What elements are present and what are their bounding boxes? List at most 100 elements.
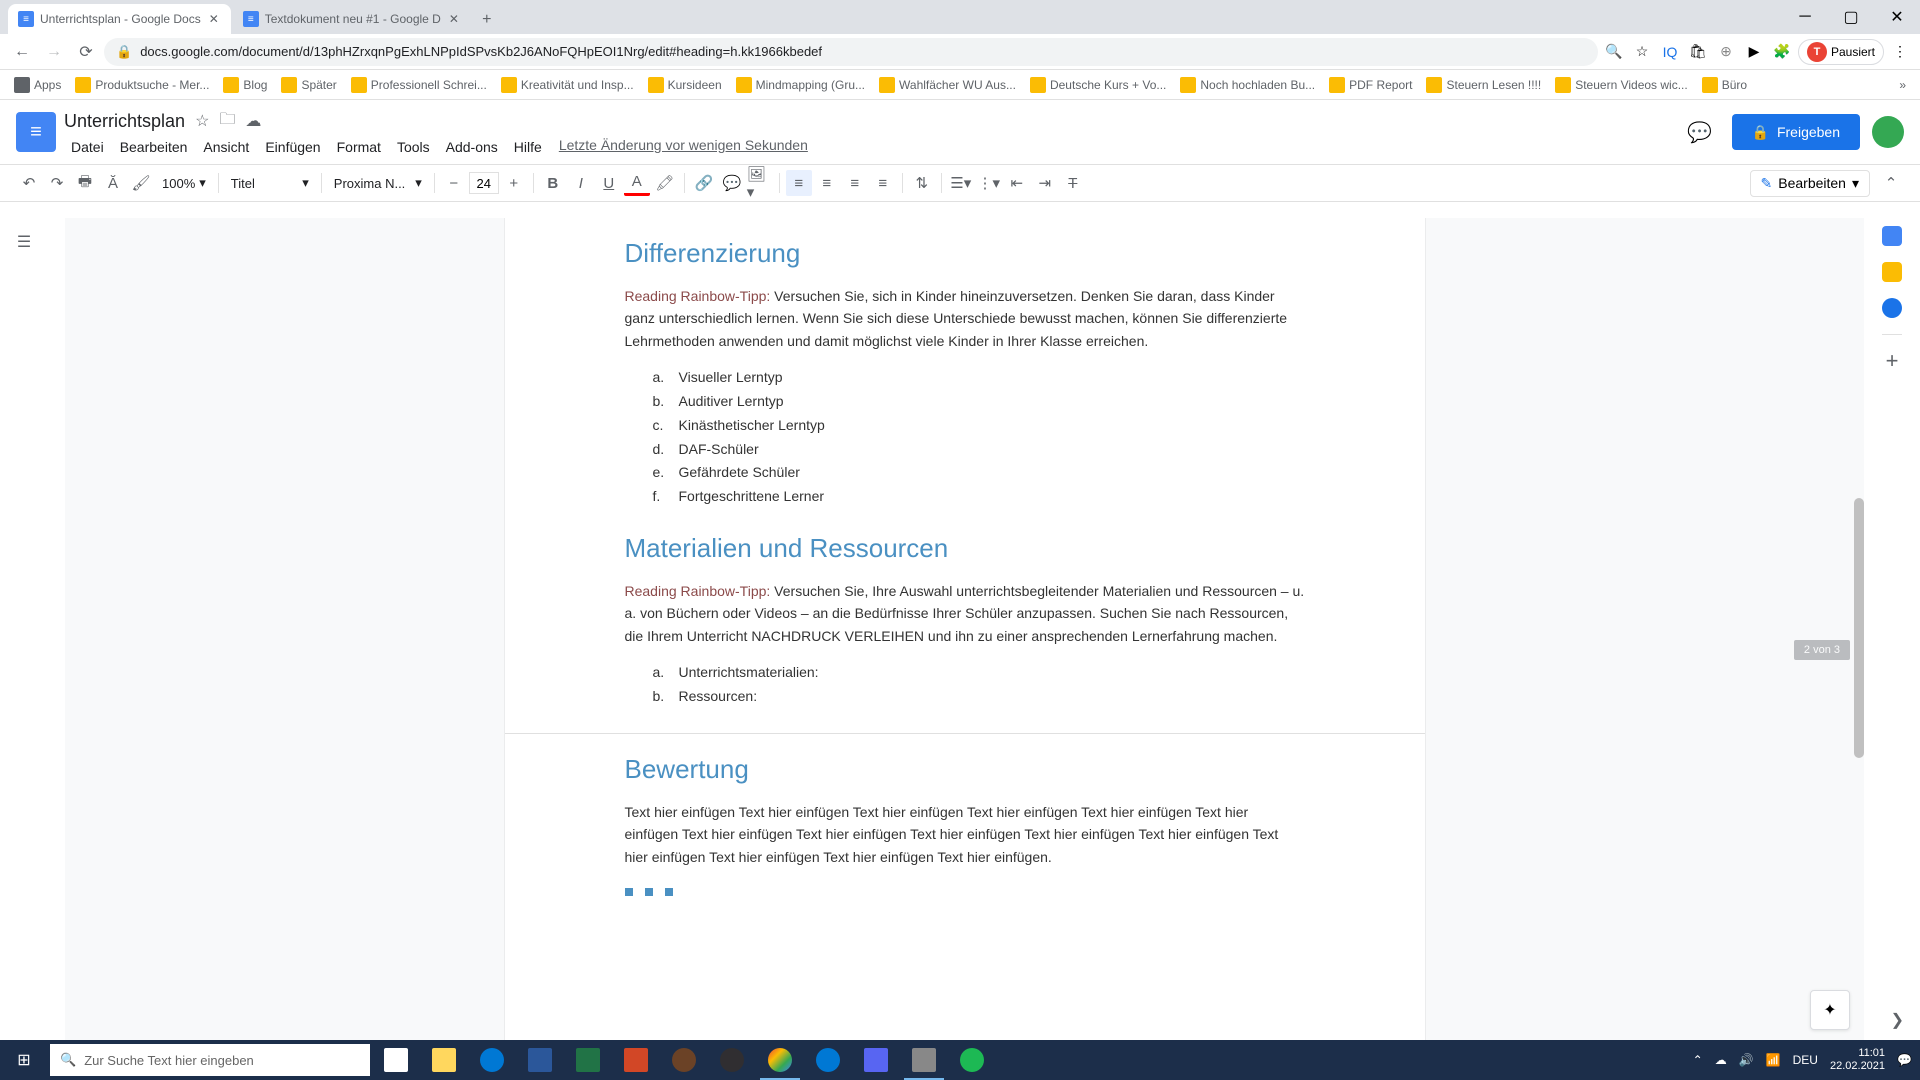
calendar-app-icon[interactable] [1882, 226, 1902, 246]
extension-icon[interactable]: 🛍 [1686, 40, 1710, 64]
volume-icon[interactable]: 🔊 [1739, 1053, 1754, 1067]
bookmark-item[interactable]: Deutsche Kurs + Vo... [1024, 73, 1172, 97]
bookmark-item[interactable]: Mindmapping (Gru... [730, 73, 871, 97]
font-size-input[interactable] [469, 172, 499, 194]
paint-format-button[interactable]: 🖌 [128, 170, 154, 196]
style-select[interactable]: Titel▾ [225, 171, 315, 195]
bookmark-item[interactable]: Büro [1696, 73, 1753, 97]
lettered-list[interactable]: a.Unterrichtsmaterialien: b.Ressourcen: [625, 661, 1305, 709]
tasks-app-icon[interactable] [1882, 298, 1902, 318]
spotify-icon[interactable] [948, 1040, 996, 1080]
bold-button[interactable]: B [540, 170, 566, 196]
zoom-icon[interactable]: 🔍 [1602, 40, 1626, 64]
side-panel-toggle[interactable]: ❯ [1891, 1010, 1904, 1030]
document-page[interactable]: Differenzierung Reading Rainbow-Tipp: Ve… [505, 218, 1425, 1040]
file-explorer-icon[interactable] [420, 1040, 468, 1080]
start-button[interactable]: ⊞ [0, 1040, 48, 1080]
insert-image-button[interactable]: 🖼▾ [747, 170, 773, 196]
language-indicator[interactable]: DEU [1793, 1053, 1818, 1067]
back-button[interactable]: ← [8, 38, 36, 66]
bookmark-item[interactable]: Wahlfächer WU Aus... [873, 73, 1022, 97]
bookmark-item[interactable]: Kreativität und Insp... [495, 73, 640, 97]
taskbar-search[interactable]: 🔍 Zur Suche Text hier eingeben [50, 1044, 370, 1076]
obs-icon[interactable] [708, 1040, 756, 1080]
bookmarks-overflow[interactable]: » [1893, 74, 1912, 96]
scrollbar-thumb[interactable] [1854, 498, 1864, 758]
edge-icon[interactable] [468, 1040, 516, 1080]
align-right-button[interactable]: ≡ [842, 170, 868, 196]
menu-button[interactable]: ⋮ [1888, 40, 1912, 64]
word-icon[interactable] [516, 1040, 564, 1080]
address-bar[interactable]: 🔒 docs.google.com/document/d/13phHZrxqnP… [104, 38, 1598, 66]
tray-chevron-icon[interactable]: ⌃ [1693, 1053, 1703, 1067]
browser-tab[interactable]: ≡ Textdokument neu #1 - Google D ✕ [233, 4, 471, 34]
lettered-list[interactable]: a.Visueller Lerntyp b.Auditiver Lerntyp … [625, 366, 1305, 509]
redo-button[interactable]: ↷ [44, 170, 70, 196]
clear-formatting-button[interactable]: T [1060, 170, 1086, 196]
close-icon[interactable]: ✕ [447, 12, 461, 26]
scrollbar-track[interactable] [1852, 218, 1864, 1040]
comments-button[interactable]: 💬 [1680, 112, 1720, 152]
star-icon[interactable]: ☆ [195, 111, 209, 131]
menu-edit[interactable]: Bearbeiten [113, 137, 195, 157]
close-icon[interactable]: ✕ [207, 12, 221, 26]
decrease-font-button[interactable]: − [441, 170, 467, 196]
numbered-list-button[interactable]: ☰▾ [948, 170, 974, 196]
paragraph[interactable]: Reading Rainbow-Tipp: Versuchen Sie, sic… [625, 285, 1305, 352]
powerpoint-icon[interactable] [612, 1040, 660, 1080]
excel-icon[interactable] [564, 1040, 612, 1080]
task-view-button[interactable] [372, 1040, 420, 1080]
increase-font-button[interactable]: + [501, 170, 527, 196]
bookmark-item[interactable]: Später [275, 73, 342, 97]
extension-icon[interactable]: ⊕ [1714, 40, 1738, 64]
document-scroll-area[interactable]: Differenzierung Reading Rainbow-Tipp: Ve… [65, 218, 1864, 1040]
zoom-select[interactable]: 100%▾ [156, 171, 212, 195]
undo-button[interactable]: ↶ [16, 170, 42, 196]
edge-icon[interactable] [804, 1040, 852, 1080]
bookmark-item[interactable]: Steuern Lesen !!!! [1420, 73, 1547, 97]
share-button[interactable]: 🔒 Freigeben [1732, 114, 1860, 150]
keep-app-icon[interactable] [1882, 262, 1902, 282]
extensions-button[interactable]: 🧩 [1770, 40, 1794, 64]
bookmark-item[interactable]: Blog [217, 73, 273, 97]
align-justify-button[interactable]: ≡ [870, 170, 896, 196]
explore-button[interactable]: ✦ [1810, 990, 1850, 1030]
menu-file[interactable]: Datei [64, 137, 111, 157]
collapse-toolbar-button[interactable]: ⌃ [1878, 170, 1904, 196]
increase-indent-button[interactable]: ⇥ [1032, 170, 1058, 196]
docs-home-button[interactable]: ≡ [16, 112, 56, 152]
forward-button[interactable]: → [40, 38, 68, 66]
section-heading[interactable]: Differenzierung [625, 238, 1305, 269]
bookmark-item[interactable]: PDF Report [1323, 73, 1418, 97]
new-tab-button[interactable]: + [473, 6, 501, 34]
section-heading[interactable]: Materialien und Ressourcen [625, 533, 1305, 564]
highlight-button[interactable]: 🖍 [652, 170, 678, 196]
bookmark-item[interactable]: Noch hochladen Bu... [1174, 73, 1321, 97]
horizontal-ruler[interactable] [0, 202, 1920, 218]
browser-tab-active[interactable]: ≡ Unterrichtsplan - Google Docs ✕ [8, 4, 231, 34]
bookmark-item[interactable]: Produktsuche - Mer... [69, 73, 215, 97]
section-heading[interactable]: Bewertung [625, 754, 1305, 785]
extension-icon[interactable]: ▶ [1742, 40, 1766, 64]
font-select[interactable]: Proxima N...▾ [328, 171, 428, 195]
app-icon[interactable] [852, 1040, 900, 1080]
wifi-icon[interactable]: 📶 [1766, 1053, 1781, 1067]
close-window-button[interactable]: ✕ [1874, 0, 1920, 34]
spellcheck-button[interactable]: Ă [100, 170, 126, 196]
paragraph[interactable]: Text hier einfügen Text hier einfügen Te… [625, 801, 1305, 868]
menu-insert[interactable]: Einfügen [258, 137, 327, 157]
text-color-button[interactable]: A [624, 170, 650, 196]
paragraph[interactable]: Reading Rainbow-Tipp: Versuchen Sie, Ihr… [625, 580, 1305, 647]
taskbar-clock[interactable]: 11:01 22.02.2021 [1830, 1047, 1885, 1073]
add-app-button[interactable]: + [1882, 351, 1902, 371]
menu-addons[interactable]: Add-ons [439, 137, 505, 157]
apps-bookmark[interactable]: Apps [8, 73, 67, 97]
reload-button[interactable]: ⟳ [72, 38, 100, 66]
star-icon[interactable]: ☆ [1630, 40, 1654, 64]
menu-view[interactable]: Ansicht [196, 137, 256, 157]
app-icon[interactable] [900, 1040, 948, 1080]
menu-help[interactable]: Hilfe [507, 137, 549, 157]
cloud-sync-icon[interactable]: ☁ [1715, 1053, 1727, 1067]
account-avatar[interactable] [1872, 116, 1904, 148]
bookmark-item[interactable]: Steuern Videos wic... [1549, 73, 1694, 97]
